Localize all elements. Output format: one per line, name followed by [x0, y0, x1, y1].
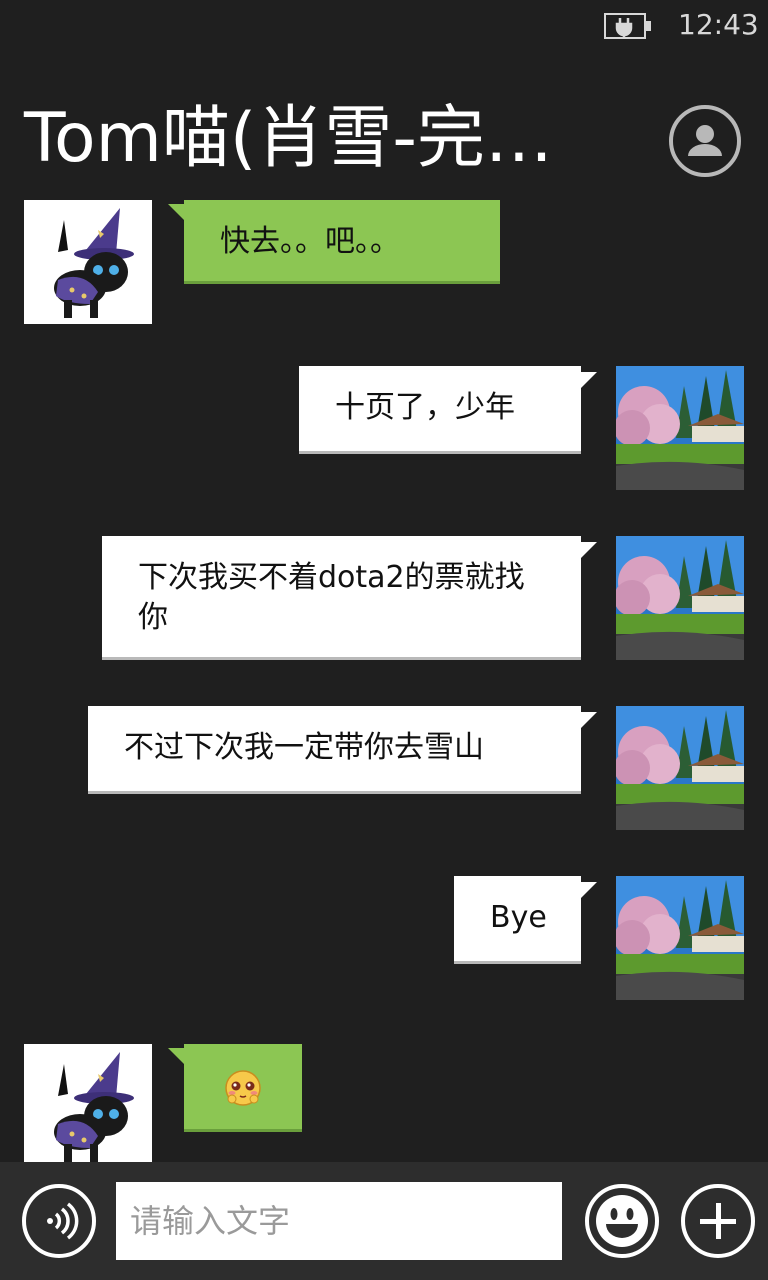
plus-icon	[700, 1203, 736, 1239]
message-bubble-outgoing[interactable]: Bye	[454, 876, 597, 964]
status-bar: 12:43	[0, 0, 768, 52]
message-list[interactable]: 快去。。吧。。 十页了，少年 下次我买不着dota2的票就找你 不过下次我一定带…	[0, 190, 768, 1162]
emoji-button[interactable]	[585, 1184, 659, 1258]
voice-icon	[47, 1202, 79, 1240]
my-avatar[interactable]	[616, 536, 744, 660]
my-avatar[interactable]	[616, 366, 744, 490]
message-bubble-incoming[interactable]: 快去。。吧。。	[168, 200, 500, 284]
profile-button[interactable]	[668, 104, 742, 178]
smiley-icon	[596, 1195, 648, 1247]
message-bubble-outgoing[interactable]: 不过下次我一定带你去雪山	[88, 706, 597, 794]
landscape-avatar-image	[616, 366, 744, 490]
chat-title: Tom喵(肖雪-完…	[24, 99, 553, 178]
input-bar: 请输入文字	[0, 1162, 768, 1280]
cat-avatar-image	[24, 200, 152, 324]
contact-avatar[interactable]	[24, 200, 152, 324]
my-avatar[interactable]	[616, 706, 744, 830]
battery-charging-icon	[604, 13, 651, 39]
landscape-avatar-image	[616, 536, 744, 660]
message-bubble-incoming[interactable]	[168, 1044, 302, 1132]
clock: 12:43	[678, 8, 759, 41]
shy-face-emoji	[225, 1070, 261, 1106]
profile-icon	[669, 105, 741, 177]
message-bubble-outgoing[interactable]: 十页了，少年	[299, 366, 597, 454]
add-button[interactable]	[681, 1184, 755, 1258]
voice-button[interactable]	[22, 1184, 96, 1258]
message-input[interactable]: 请输入文字	[116, 1182, 562, 1260]
message-bubble-outgoing[interactable]: 下次我买不着dota2的票就找你	[102, 536, 597, 660]
cat-avatar-image	[24, 1044, 152, 1162]
contact-avatar[interactable]	[24, 1044, 152, 1162]
landscape-avatar-image	[616, 876, 744, 1000]
landscape-avatar-image	[616, 706, 744, 830]
my-avatar[interactable]	[616, 876, 744, 1000]
